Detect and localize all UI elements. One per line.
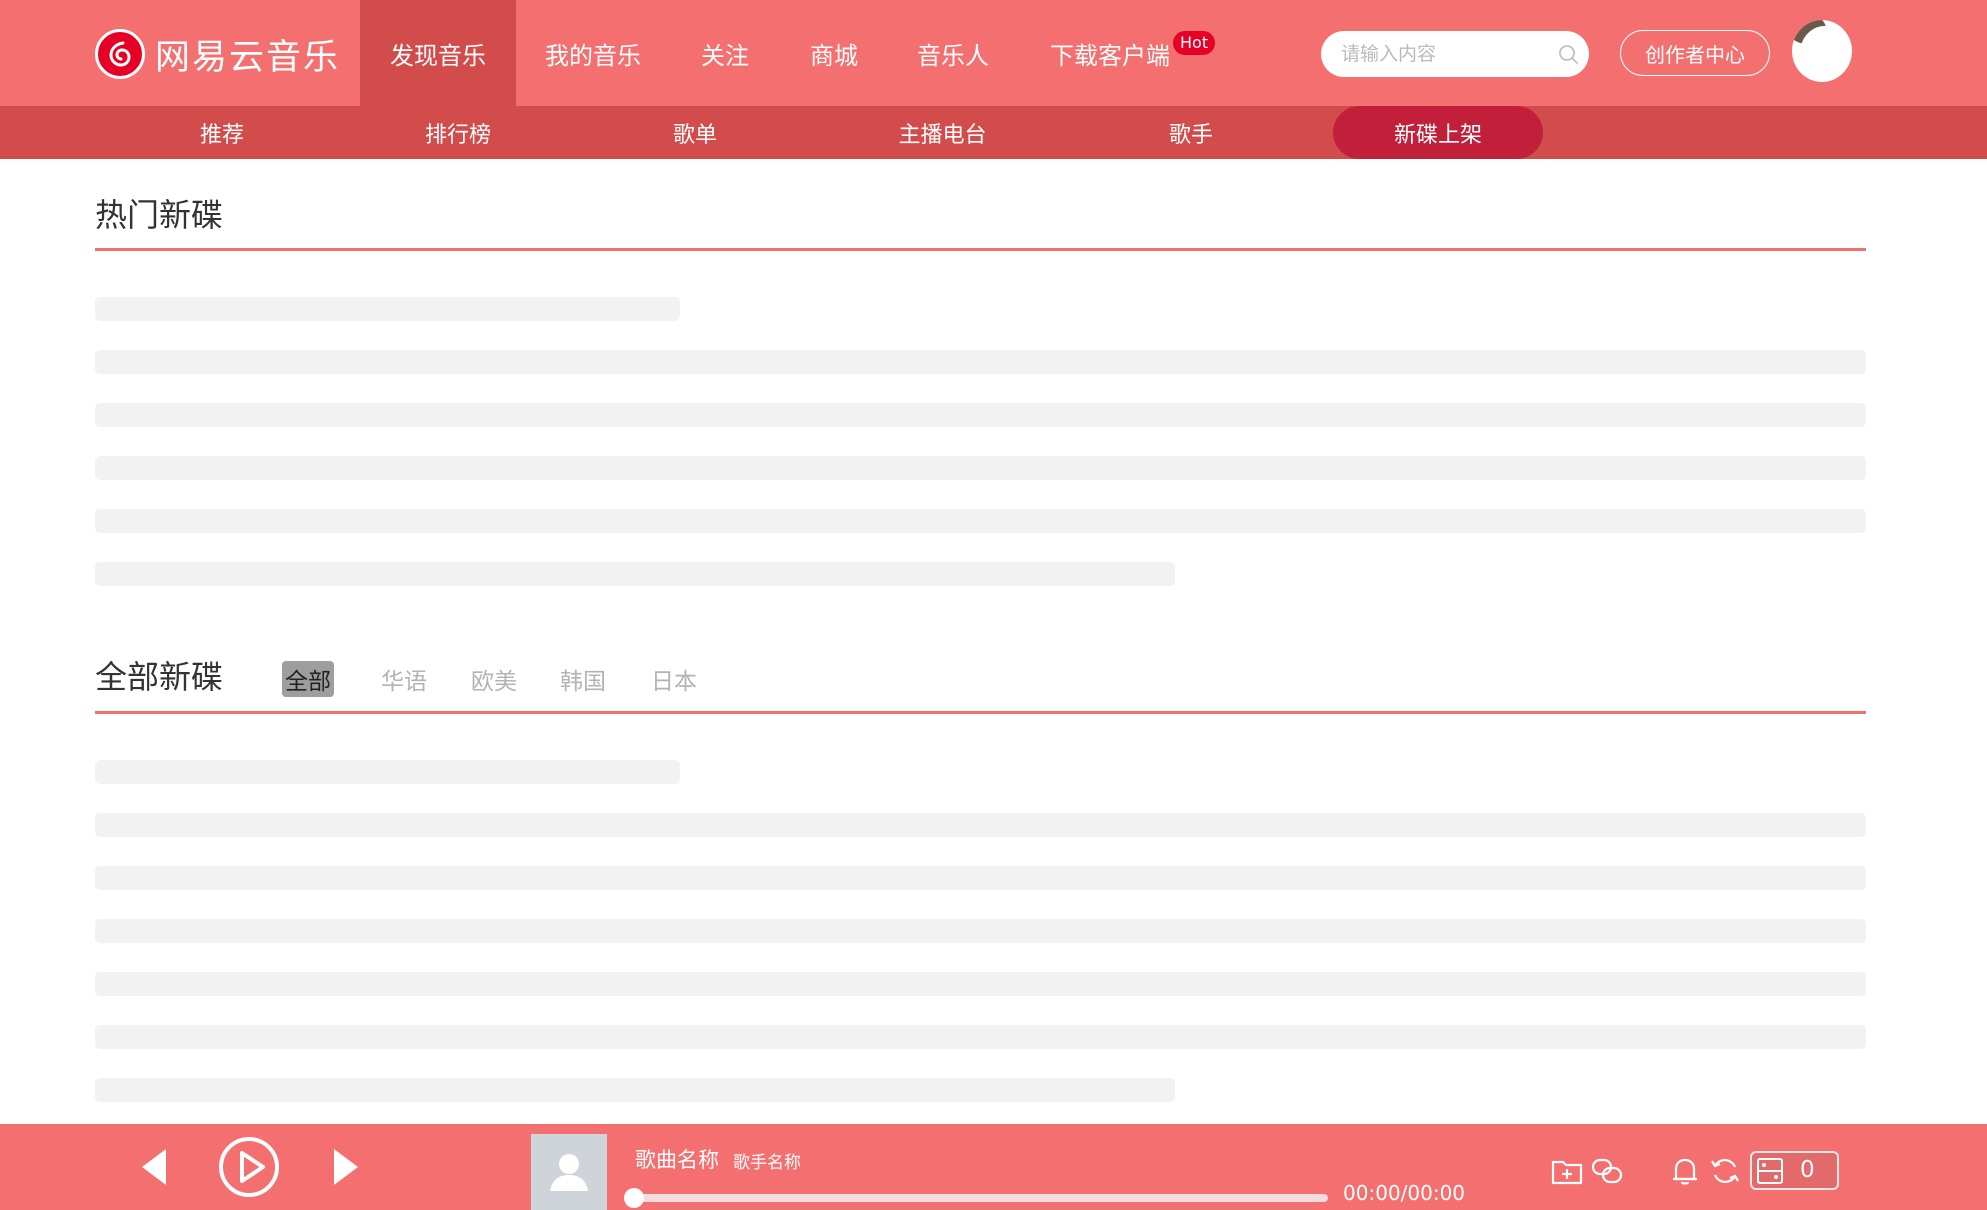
notification-bell-icon[interactable]: [1668, 1154, 1702, 1188]
singer-name: 歌手名称: [733, 1153, 801, 1173]
loading-skeleton-line: [95, 1025, 1866, 1049]
subnav-radio[interactable]: 主播电台: [880, 106, 1005, 159]
nav-my-music[interactable]: 我的音乐: [526, 0, 660, 106]
previous-track-icon[interactable]: [140, 1147, 168, 1187]
subnav-singer[interactable]: 歌手: [1141, 106, 1241, 159]
loading-skeleton-line: [95, 297, 680, 321]
nav-follow[interactable]: 关注: [675, 0, 775, 106]
next-track-icon[interactable]: [332, 1147, 360, 1187]
add-to-folder-icon[interactable]: [1550, 1154, 1584, 1188]
search-box: [1321, 31, 1589, 77]
filter-all[interactable]: 全部: [282, 661, 334, 697]
playlist-icon: [1757, 1158, 1783, 1184]
hot-badge: Hot: [1173, 31, 1216, 55]
loading-skeleton-line: [95, 403, 1866, 427]
search-input[interactable]: [1341, 31, 1551, 77]
loading-skeleton-line: [95, 562, 1175, 586]
netease-music-logo-icon: [95, 29, 145, 79]
all-albums-title: 全部新碟: [95, 658, 224, 696]
nav-mall[interactable]: 商城: [784, 0, 884, 106]
nav-download-client[interactable]: 下载客户端: [1040, 0, 1180, 106]
search-icon[interactable]: [1557, 43, 1579, 65]
song-name: 歌曲名称: [635, 1148, 719, 1172]
user-avatar[interactable]: [1792, 20, 1852, 82]
filter-korean[interactable]: 韩国: [560, 661, 606, 697]
loading-skeleton-line: [95, 1078, 1175, 1102]
loop-mode-icon[interactable]: [1708, 1154, 1742, 1188]
loading-skeleton-line: [95, 456, 1866, 480]
filter-japanese[interactable]: 日本: [651, 661, 697, 697]
nav-musician[interactable]: 音乐人: [893, 0, 1013, 106]
nav-discover-music[interactable]: 发现音乐: [360, 0, 516, 106]
subnav-playlist[interactable]: 歌单: [645, 106, 745, 159]
share-link-icon[interactable]: [1590, 1154, 1624, 1188]
user-placeholder-icon: [550, 1154, 588, 1191]
album-cover[interactable]: [531, 1134, 607, 1210]
playback-time: 00:00/00:00: [1343, 1181, 1466, 1205]
hot-albums-title: 热门新碟: [95, 196, 224, 234]
sub-navigation-bar: 推荐 排行榜 歌单 主播电台 歌手 新碟上架: [0, 106, 1987, 159]
brand-name: 网易云音乐: [155, 37, 341, 78]
play-icon[interactable]: [218, 1136, 280, 1198]
section-divider: [95, 711, 1866, 714]
filter-western[interactable]: 欧美: [471, 661, 517, 697]
loading-skeleton-line: [95, 760, 680, 784]
loading-skeleton-line: [95, 866, 1866, 890]
brand-logo[interactable]: 网易云音乐: [95, 28, 340, 80]
loading-skeleton-line: [95, 972, 1866, 996]
top-navigation-bar: 网易云音乐 发现音乐 我的音乐 关注 商城 音乐人 下载客户端 Hot 创作者中…: [0, 0, 1987, 106]
filter-chinese[interactable]: 华语: [381, 661, 427, 697]
playlist-button[interactable]: 0: [1750, 1151, 1839, 1190]
loading-skeleton-line: [95, 509, 1866, 533]
progress-bar[interactable]: [632, 1194, 1328, 1202]
progress-handle[interactable]: [624, 1188, 644, 1208]
creator-center-button[interactable]: 创作者中心: [1620, 30, 1770, 76]
loading-skeleton-line: [95, 350, 1866, 374]
subnav-recommend[interactable]: 推荐: [172, 106, 272, 159]
player-bar: 歌曲名称 歌手名称 00:00/00:00 0: [0, 1124, 1987, 1210]
loading-skeleton-line: [95, 919, 1866, 943]
subnav-new-albums[interactable]: 新碟上架: [1333, 106, 1543, 159]
playlist-count: 0: [1800, 1157, 1815, 1183]
loading-skeleton-line: [95, 813, 1866, 837]
subnav-ranking[interactable]: 排行榜: [408, 106, 508, 159]
section-divider: [95, 248, 1866, 251]
